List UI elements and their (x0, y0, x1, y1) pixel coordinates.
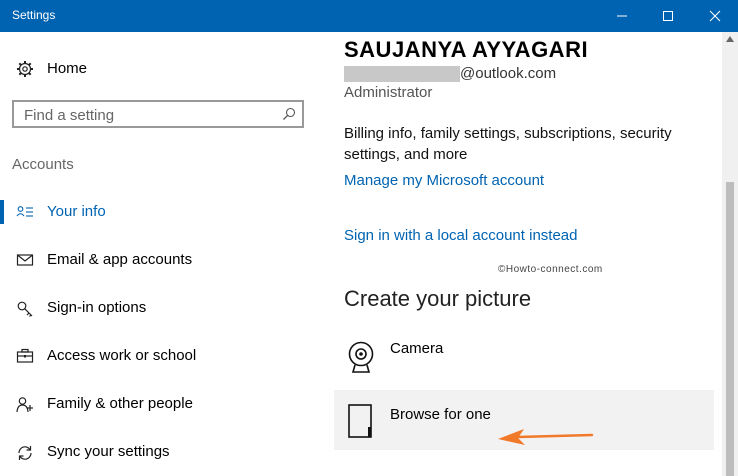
camera-option[interactable]: Camera (334, 328, 714, 388)
account-role: Administrator (344, 84, 433, 101)
sidebar-item-label: Sync your settings (47, 443, 170, 460)
camera-label: Camera (390, 340, 444, 357)
title-bar: Settings (0, 0, 738, 32)
scroll-up-icon[interactable] (726, 36, 734, 42)
sidebar: Home Find a setting Accounts Your info E… (0, 32, 334, 476)
search-placeholder: Find a setting (24, 107, 115, 124)
mail-icon (16, 254, 34, 266)
sync-icon (18, 446, 32, 460)
sidebar-item-your-info[interactable]: Your info (0, 192, 334, 232)
sidebar-item-sign-in-options[interactable]: Sign-in options (0, 288, 334, 328)
local-account-link[interactable]: Sign in with a local account instead (344, 227, 577, 244)
camera-icon (348, 341, 374, 373)
sidebar-item-label: Email & app accounts (47, 251, 193, 268)
home-label: Home (47, 60, 88, 77)
vertical-scrollbar[interactable] (722, 32, 738, 476)
window-title: Settings (12, 8, 56, 22)
maximize-icon (663, 11, 673, 21)
email-domain: @outlook.com (460, 65, 557, 82)
manage-account-link[interactable]: Manage my Microsoft account (344, 172, 544, 189)
email-redaction (344, 66, 460, 82)
sidebar-item-family-other-people[interactable]: Family & other people (0, 384, 334, 424)
active-indicator (0, 200, 4, 224)
maximize-button[interactable] (645, 0, 691, 32)
close-button[interactable] (692, 0, 738, 32)
search-input[interactable]: Find a setting (12, 100, 304, 128)
close-icon (709, 10, 721, 22)
people-icon (16, 397, 33, 413)
sidebar-item-label: Sign-in options (47, 299, 147, 316)
billing-description: Billing info, family settings, subscript… (344, 125, 672, 163)
scrollbar-thumb[interactable] (726, 182, 734, 476)
briefcase-icon (16, 348, 34, 363)
sidebar-item-sync-settings[interactable]: Sync your settings (0, 432, 334, 472)
sidebar-item-email-app-accounts[interactable]: Email & app accounts (0, 240, 334, 280)
settings-window: Settings Home Find a setting Accounts Yo… (0, 0, 738, 476)
watermark: ©Howto-connect.com (498, 264, 603, 275)
sidebar-item-label: Access work or school (47, 347, 197, 364)
person-card-icon (16, 206, 33, 217)
create-picture-heading: Create your picture (344, 286, 532, 311)
main-content: SAUJANYA AYYAGARI @outlook.com Administr… (334, 32, 722, 476)
user-name: SAUJANYA AYYAGARI (344, 37, 589, 62)
arrow-annotation-icon (498, 429, 594, 445)
accounts-section-label: Accounts (12, 156, 74, 173)
minimize-icon (617, 15, 627, 17)
sidebar-item-access-work-school[interactable]: Access work or school (0, 336, 334, 376)
file-icon (348, 404, 372, 438)
browse-label: Browse for one (390, 406, 491, 423)
sidebar-item-label: Your info (47, 203, 106, 220)
minimize-button[interactable] (599, 0, 645, 32)
browse-option[interactable]: Browse for one (334, 390, 714, 450)
gear-icon (17, 61, 33, 77)
key-icon (17, 301, 33, 317)
sidebar-item-label: Family & other people (47, 395, 193, 412)
search-icon[interactable] (282, 107, 296, 121)
